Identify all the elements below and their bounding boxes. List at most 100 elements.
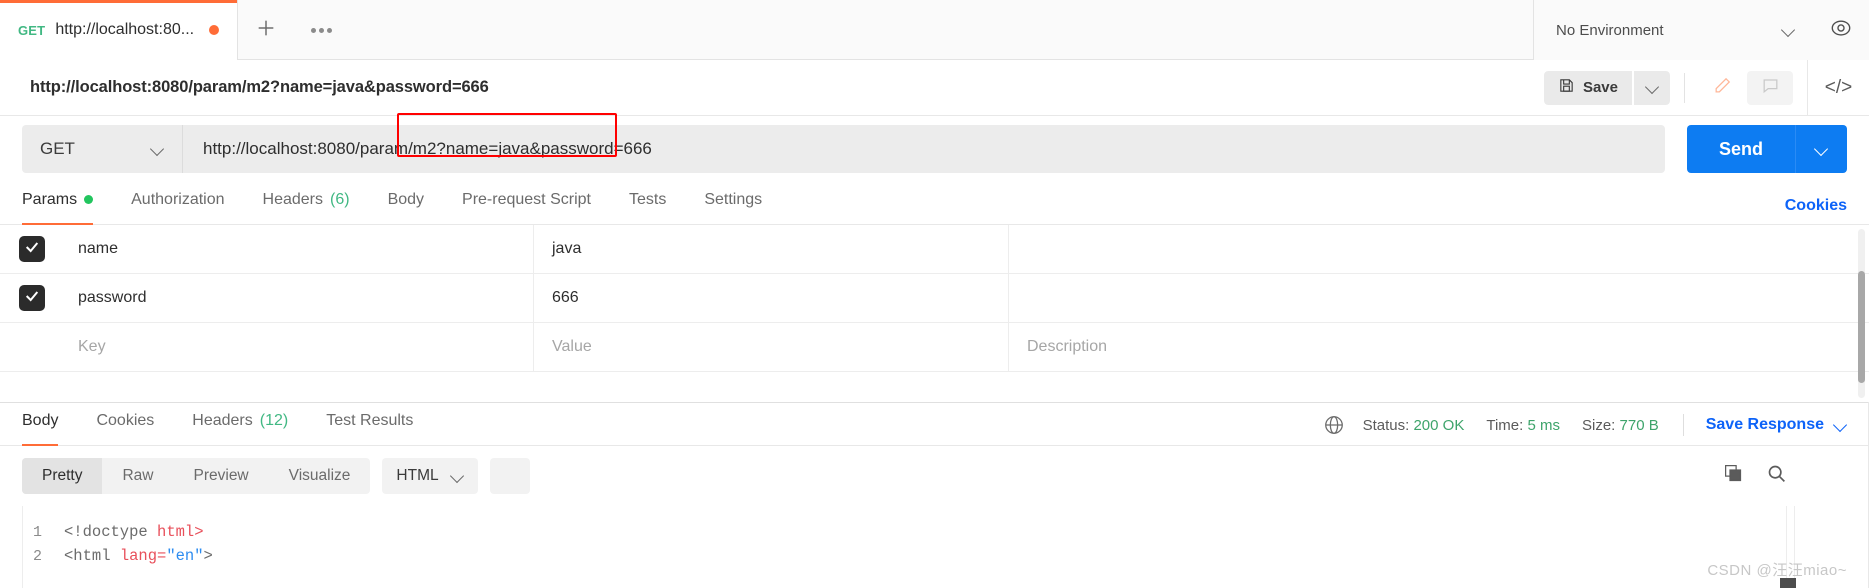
code-token-string: "en" — [166, 547, 204, 565]
code-token-plain: <!doctype — [64, 523, 158, 541]
response-tab-test-results-label: Test Results — [326, 411, 414, 429]
chevron-down-icon — [1646, 81, 1659, 94]
tab-headers-label: Headers — [262, 190, 323, 208]
watermark: CSDN @汪汪miao~ — [1707, 562, 1847, 579]
chevron-down-icon — [1782, 24, 1795, 37]
response-format-select[interactable]: HTML — [382, 458, 478, 494]
status-value: 200 OK — [1413, 416, 1465, 434]
response-tabs: Body Cookies Headers (12) Test Results S… — [0, 402, 1869, 446]
param-value-cell[interactable]: java — [534, 225, 1009, 274]
plus-icon — [255, 17, 277, 44]
view-mode-preview[interactable]: Preview — [174, 458, 269, 494]
view-mode-visualize[interactable]: Visualize — [269, 458, 371, 494]
params-scrollbar-thumb[interactable] — [1858, 271, 1865, 383]
pencil-icon — [1713, 76, 1732, 100]
eye-icon — [1830, 17, 1852, 44]
param-key-cell[interactable]: name — [64, 225, 534, 274]
save-button[interactable]: Save — [1543, 70, 1632, 105]
response-tab-headers[interactable]: Headers (12) — [192, 405, 288, 445]
check-icon — [24, 239, 40, 260]
view-mode-raw[interactable]: Raw — [102, 458, 173, 494]
status-badge: Status: 200 OK — [1363, 417, 1465, 434]
param-checkbox[interactable] — [19, 285, 45, 311]
tab-body[interactable]: Body — [388, 184, 424, 224]
param-key-cell[interactable]: password — [64, 273, 534, 323]
param-description-input[interactable]: Description — [1009, 323, 1869, 372]
request-tab-title: http://localhost:80... — [55, 21, 195, 38]
chevron-down-icon — [1815, 143, 1828, 156]
tab-pre-request-script-label: Pre-request Script — [462, 190, 591, 208]
params-table: name java password 666 Key Value Descrip… — [0, 225, 1869, 402]
save-options-button[interactable] — [1634, 70, 1670, 105]
tab-headers[interactable]: Headers (6) — [263, 184, 350, 224]
word-wrap-button[interactable] — [489, 458, 531, 502]
environment-quick-look-button[interactable] — [1813, 0, 1869, 60]
response-meta: Status: 200 OK Time: 5 ms Size: 770 B Sa… — [1323, 414, 1847, 445]
environment-selector[interactable]: No Environment — [1556, 0, 1813, 60]
copy-icon[interactable] — [1723, 463, 1744, 489]
param-description-cell[interactable] — [1009, 225, 1869, 274]
globe-icon — [1323, 414, 1345, 436]
chevron-down-icon — [1834, 419, 1847, 432]
tab-tests-label: Tests — [628, 190, 667, 208]
divider — [1684, 72, 1685, 103]
params-active-dot-icon — [84, 195, 94, 204]
time-label: Time: — [1486, 416, 1524, 434]
code-snippet-button[interactable]: </> — [1807, 59, 1869, 116]
url-input[interactable]: http://localhost:8080/param/m2?name=java… — [182, 113, 1665, 173]
response-tab-body[interactable]: Body — [22, 405, 59, 446]
line-number: 2 — [32, 547, 42, 565]
save-button-label: Save — [1582, 79, 1618, 96]
comment-button[interactable] — [1747, 70, 1793, 105]
tab-pre-request-script[interactable]: Pre-request Script — [462, 184, 591, 224]
cookies-link[interactable]: Cookies — [1785, 197, 1847, 224]
title-row-actions: Save </> — [1543, 59, 1869, 116]
code-line: 2 <html lang="en"> — [0, 544, 1869, 568]
tab-settings[interactable]: Settings — [704, 184, 762, 224]
search-icon[interactable] — [1766, 463, 1787, 489]
tab-params[interactable]: Params — [22, 184, 94, 225]
send-options-button[interactable] — [1795, 125, 1847, 173]
response-view-mode-group: Pretty Raw Preview Visualize — [22, 458, 371, 494]
response-body-code[interactable]: 1 <!doctype html> 2 <html lang="en"> — [0, 506, 1869, 588]
status-label: Status: — [1362, 416, 1410, 434]
new-tab-button[interactable] — [238, 0, 294, 60]
code-token-tag: html> — [157, 523, 204, 541]
tab-authorization[interactable]: Authorization — [131, 184, 224, 224]
table-row-empty: Key Value Description — [0, 322, 1869, 372]
response-tab-headers-label: Headers — [192, 411, 253, 429]
save-response-button[interactable]: Save Response — [1706, 416, 1847, 434]
save-button-group: Save — [1543, 70, 1670, 105]
page-title: http://localhost:8080/param/m2?name=java… — [30, 78, 489, 96]
param-key-input[interactable]: Key — [64, 322, 534, 372]
param-value-cell[interactable]: 666 — [534, 273, 1009, 323]
response-toolbar-right — [1723, 463, 1847, 489]
edit-request-button[interactable] — [1699, 70, 1745, 105]
params-scrollbar[interactable] — [1858, 229, 1865, 398]
http-method-label: GET — [40, 139, 75, 158]
response-tab-headers-count: (12) — [259, 411, 289, 429]
unsaved-dot-icon — [209, 25, 219, 35]
tab-bar-right: No Environment — [1533, 0, 1869, 60]
line-number: 1 — [32, 523, 42, 541]
chevron-down-icon — [151, 143, 164, 156]
code-token-plain-end: > — [203, 547, 213, 565]
param-value-input[interactable]: Value — [534, 322, 1009, 372]
time-value: 5 ms — [1527, 416, 1560, 434]
view-mode-pretty[interactable]: Pretty — [22, 458, 103, 494]
param-description-cell[interactable] — [1009, 274, 1869, 323]
ellipsis-icon-dot-3 — [326, 27, 332, 33]
tab-more-button[interactable] — [294, 0, 348, 60]
response-tab-cookies[interactable]: Cookies — [96, 405, 154, 445]
response-tab-test-results[interactable]: Test Results — [326, 405, 413, 445]
send-button[interactable]: Send — [1687, 125, 1795, 173]
http-method-select[interactable]: GET — [22, 125, 182, 173]
gutter-divider — [22, 506, 23, 588]
request-tab[interactable]: GET http://localhost:80... — [0, 0, 238, 60]
tab-tests[interactable]: Tests — [629, 184, 666, 224]
send-button-group: Send — [1687, 125, 1847, 173]
ellipsis-icon-dot-1 — [310, 27, 316, 33]
code-token-attr: lang= — [119, 547, 167, 565]
param-checkbox[interactable] — [19, 236, 45, 262]
url-bar: GET http://localhost:8080/param/m2?name=… — [0, 113, 1869, 181]
